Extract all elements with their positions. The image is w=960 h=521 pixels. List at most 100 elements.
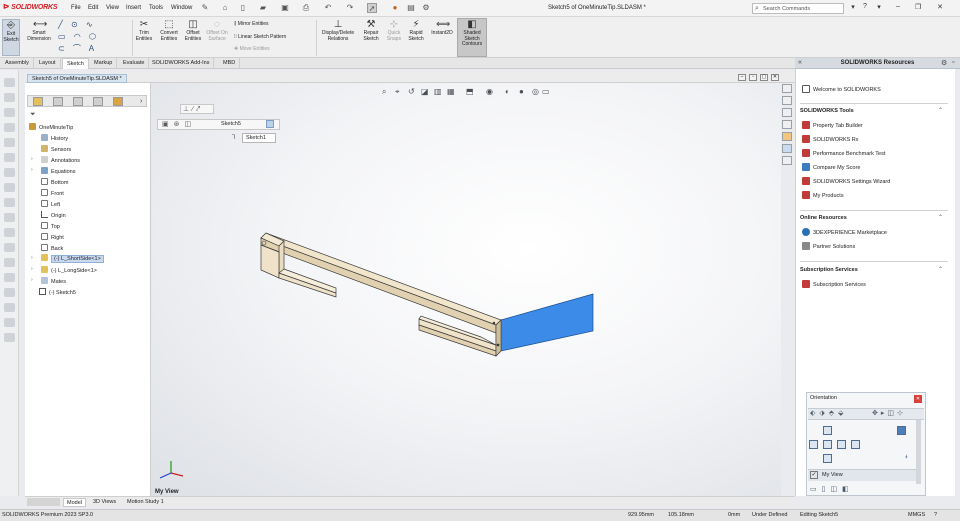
- subscription-collapse-icon[interactable]: ⌃: [938, 266, 943, 273]
- menu-window[interactable]: Window: [171, 5, 192, 11]
- minimize-icon[interactable]: –: [893, 3, 903, 13]
- trim-tool-icon[interactable]: [4, 168, 15, 177]
- slot-tool-icon[interactable]: [4, 288, 15, 297]
- repair-sketch-button[interactable]: ⚒ Repair Sketch: [360, 19, 382, 42]
- print-icon[interactable]: ⎙: [301, 3, 311, 13]
- slot-point-text-icons[interactable]: ⊂ ⌒ A: [58, 43, 130, 55]
- taskpane-home-icon[interactable]: [782, 84, 792, 93]
- convert-entities-button[interactable]: ⬚ Convert Entities: [157, 19, 181, 42]
- pane-options-icon[interactable]: ⚙: [941, 59, 947, 67]
- redo-icon[interactable]: ↷: [345, 3, 355, 13]
- tool-solidworks-rx[interactable]: SOLIDWORKS Rx: [802, 135, 859, 143]
- app-logo[interactable]: ᐅ SOLIDWORKS: [3, 3, 58, 11]
- relation-tool-icon[interactable]: [4, 243, 15, 252]
- back-view-icon[interactable]: [851, 440, 860, 449]
- tree-item-front-plane[interactable]: Front: [41, 189, 64, 197]
- tree-item-equations[interactable]: Equations: [41, 167, 75, 175]
- configuration-manager-tab-icon[interactable]: [73, 97, 83, 106]
- rectangle-tool-icon[interactable]: [4, 93, 15, 102]
- options-gear-icon[interactable]: ⚙: [421, 3, 431, 13]
- line-tool-icon[interactable]: [4, 78, 15, 87]
- exit-sketch-button[interactable]: ⎆ Exit Sketch: [2, 19, 20, 56]
- offset-tool-icon[interactable]: [4, 183, 15, 192]
- orientation-toolbar-icons[interactable]: ⬖⬗⬘⬙: [810, 409, 848, 417]
- doc-maximize-icon[interactable]: ▢: [760, 74, 768, 81]
- orientation-scrollbar[interactable]: [916, 420, 921, 484]
- bottom-view-icon[interactable]: [823, 454, 832, 463]
- fillet-tool-icon[interactable]: [4, 153, 15, 162]
- save-icon[interactable]: ▣: [280, 3, 290, 13]
- line-circle-spline-icons[interactable]: ╱ ⊙ ∿: [58, 19, 130, 31]
- arc-tool-icon[interactable]: [4, 123, 15, 132]
- dimxpert-tab-icon[interactable]: [93, 97, 103, 106]
- search-commands-input[interactable]: ⌕ Search Commands: [752, 3, 844, 14]
- smart-dimension-button[interactable]: ⟷ Smart Dimension: [24, 19, 54, 42]
- front-view-icon[interactable]: [823, 440, 832, 449]
- tree-component-short-side[interactable]: (-) L_ShortSide<1>: [41, 254, 104, 263]
- centerline-tool-icon[interactable]: [4, 273, 15, 282]
- tab-mbd[interactable]: MBD: [219, 58, 241, 69]
- taskpane-appearances-icon[interactable]: [782, 144, 792, 153]
- mirror-tool-icon[interactable]: [4, 198, 15, 207]
- status-help-icon[interactable]: ?: [934, 512, 937, 518]
- quick-snaps-button[interactable]: ⊹ Quick Snaps: [384, 19, 404, 42]
- l-short-side-part[interactable]: [260, 232, 502, 334]
- tree-component-long-side[interactable]: (-) L_LongSide<1>: [41, 266, 97, 274]
- tab-sketch[interactable]: Sketch: [62, 58, 89, 69]
- taskpane-3d-content-icon[interactable]: [782, 96, 792, 105]
- orientation-close-icon[interactable]: ✕: [914, 395, 922, 403]
- pattern-tool-icon[interactable]: [4, 213, 15, 222]
- search-dropdown-icon[interactable]: ▾: [848, 3, 858, 13]
- spline-tool-icon[interactable]: [4, 138, 15, 147]
- menu-file[interactable]: File: [71, 5, 81, 11]
- menu-edit[interactable]: Edit: [88, 5, 98, 11]
- expand-equations-icon[interactable]: ›: [31, 167, 33, 173]
- sketch-name-field[interactable]: Sketch1: [242, 133, 276, 143]
- welcome-link[interactable]: Welcome to SOLIDWORKS: [802, 85, 881, 93]
- undo-icon[interactable]: ↶: [323, 3, 333, 13]
- breadcrumb-icons[interactable]: ▣⊛◫: [162, 120, 196, 128]
- polygon-tool-icon[interactable]: [4, 303, 15, 312]
- tree-root[interactable]: OneMinuteTip: [29, 123, 73, 131]
- bottom-tab-model[interactable]: Model: [63, 498, 86, 507]
- tree-item-annotations[interactable]: Annotations: [41, 156, 80, 164]
- expand-component-icon[interactable]: ›: [31, 266, 33, 272]
- top-view-icon[interactable]: [823, 426, 832, 435]
- isometric-view-icon[interactable]: [897, 426, 906, 435]
- expand-mates-icon[interactable]: ›: [31, 277, 33, 283]
- tab-scroll-arrows[interactable]: [27, 498, 60, 506]
- taskpane-view-palette-icon[interactable]: [782, 132, 792, 141]
- subscription-services-link[interactable]: Subscription Services: [802, 280, 866, 288]
- text-tool-icon[interactable]: [4, 318, 15, 327]
- tab-markup[interactable]: Markup: [90, 58, 118, 69]
- instant2d-button[interactable]: ⟺ Instant2D: [429, 19, 455, 37]
- assembly-model[interactable]: [151, 83, 781, 496]
- sketch-entity-tools[interactable]: ╱ ⊙ ∿ ▭ ◠ ⬡ ⊂ ⌒ A: [58, 19, 130, 55]
- orientation-pin-icons[interactable]: ✥▸◫⊹: [872, 409, 906, 417]
- point-tool-icon[interactable]: [4, 258, 15, 267]
- my-view-check-icon[interactable]: ✓: [810, 471, 818, 479]
- rectangle-arc-polygon-icons[interactable]: ▭ ◠ ⬡: [58, 31, 130, 43]
- tab-assembly[interactable]: Assembly: [1, 58, 34, 69]
- ellipse-tool-icon[interactable]: [4, 333, 15, 342]
- tool-my-products[interactable]: My Products: [802, 191, 844, 199]
- tab-addins[interactable]: SOLIDWORKS Add-Ins: [148, 58, 215, 69]
- tree-item-sensors[interactable]: Sensors: [41, 145, 71, 153]
- tool-settings-wizard[interactable]: SOLIDWORKS Settings Wizard: [802, 177, 890, 185]
- tree-item-top-plane[interactable]: Top: [41, 222, 60, 230]
- selected-blue-face[interactable]: [500, 293, 594, 352]
- tree-item-origin[interactable]: Origin: [41, 211, 66, 219]
- tree-item-left-plane[interactable]: Left: [41, 200, 60, 208]
- property-manager-tab-icon[interactable]: [53, 97, 63, 106]
- pane-pin-icon[interactable]: ▫: [952, 59, 954, 66]
- filter-icon[interactable]: ⏷: [30, 111, 36, 119]
- home-icon[interactable]: ⌂: [220, 3, 230, 13]
- tree-item-mates[interactable]: Mates: [41, 277, 66, 285]
- left-view-icon[interactable]: [809, 440, 818, 449]
- doc-minimize-icon[interactable]: –: [738, 74, 746, 81]
- online-3dexperience-marketplace[interactable]: 3DEXPERIENCE Marketplace: [802, 228, 887, 236]
- menu-view[interactable]: View: [106, 5, 119, 11]
- tree-item-sketch5[interactable]: (-) Sketch5: [39, 288, 76, 296]
- open-icon[interactable]: ▰: [258, 3, 268, 13]
- viewport-layout-icons[interactable]: ▭▯◫◧: [810, 485, 854, 493]
